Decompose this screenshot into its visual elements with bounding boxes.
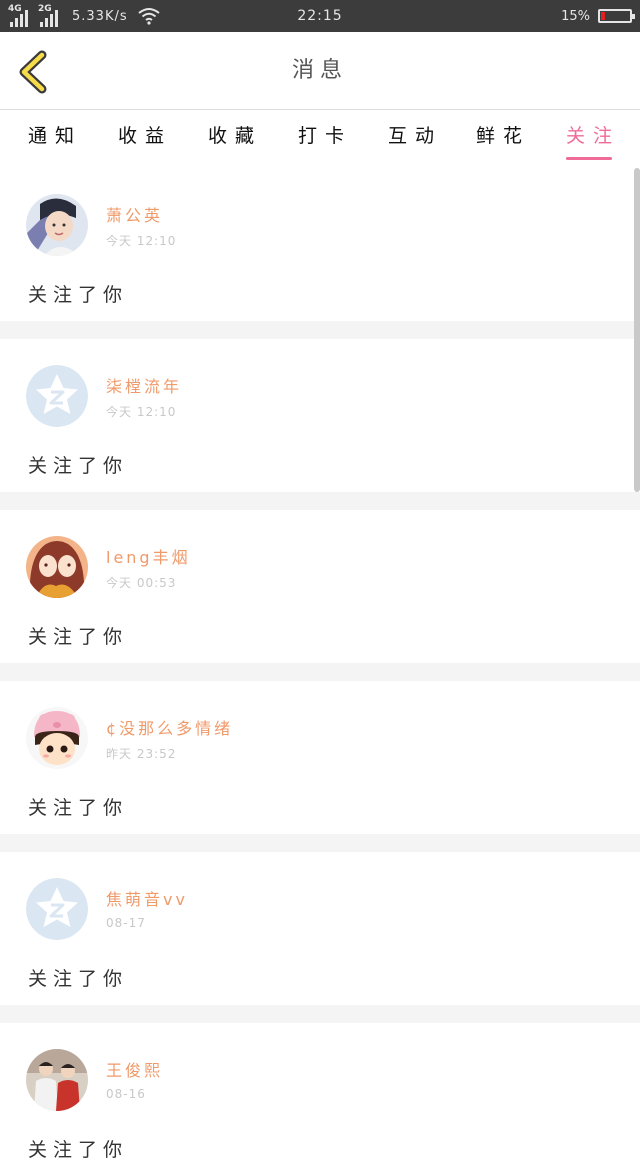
message-text: 关注了你 xyxy=(28,284,129,306)
tab-notifications[interactable]: 通知 xyxy=(28,110,82,168)
tab-label: 通知 xyxy=(28,125,83,147)
tab-earnings[interactable]: 收益 xyxy=(118,110,172,168)
header: 消息 xyxy=(0,32,640,110)
message-text: 关注了你 xyxy=(28,968,129,990)
status-right: 15% xyxy=(561,0,635,32)
list-item[interactable]: 柒樘流年 今天 12:10 关注了你 xyxy=(0,339,640,492)
timestamp: 今天 12:10 xyxy=(106,405,177,419)
default-star-avatar[interactable] xyxy=(26,878,88,940)
user-name[interactable]: 焦萌音vv xyxy=(106,886,188,910)
default-star-avatar[interactable] xyxy=(26,365,88,427)
battery-fill xyxy=(601,12,605,20)
status-time: 22:15 xyxy=(297,8,343,24)
message-text: 关注了你 xyxy=(28,1139,129,1161)
tab-label: 鲜花 xyxy=(476,125,531,147)
list-item[interactable]: 焦萌音vv 08-17 关注了你 xyxy=(0,852,640,1005)
tab-label: 互动 xyxy=(388,125,443,147)
timestamp: 08-16 xyxy=(106,1087,146,1101)
scrollbar[interactable] xyxy=(634,168,640,492)
tab-label: 收藏 xyxy=(208,125,263,147)
battery-percent: 15% xyxy=(561,8,590,24)
user-name[interactable]: leng丰烟 xyxy=(106,544,191,568)
cartoon-bunny-avatar[interactable] xyxy=(26,707,88,769)
tab-label: 打卡 xyxy=(298,125,353,147)
list-item[interactable]: 萧公英 今天 12:10 关注了你 xyxy=(0,168,640,321)
list-item[interactable]: 王俊熙 08-16 关注了你 xyxy=(0,1023,640,1176)
user-name[interactable]: 王俊熙 xyxy=(106,1057,163,1081)
timestamp: 今天 00:53 xyxy=(106,576,177,590)
photo-group-avatar[interactable] xyxy=(26,1049,88,1111)
photo-girl-avatar[interactable] xyxy=(26,194,88,256)
tab-label: 收益 xyxy=(118,125,173,147)
tab-label: 关注 xyxy=(566,125,621,147)
list-item[interactable]: leng丰烟 今天 00:53 关注了你 xyxy=(0,510,640,663)
status-bar: 4G 2G 5.33K/s 22:15 15% xyxy=(0,0,640,32)
page-title: 消息 xyxy=(291,58,348,83)
tab-flowers[interactable]: 鲜花 xyxy=(476,110,530,168)
user-name[interactable]: 萧公英 xyxy=(106,202,163,226)
list-item[interactable]: ¢没那么多情绪 昨天 23:52 关注了你 xyxy=(0,681,640,834)
message-text: 关注了你 xyxy=(28,455,129,477)
tab-bar: 通知 收益 收藏 打卡 互动 鲜花 关注 xyxy=(0,110,640,168)
tab-checkin[interactable]: 打卡 xyxy=(298,110,352,168)
battery-icon xyxy=(598,9,635,23)
anime-girl-avatar[interactable] xyxy=(26,536,88,598)
timestamp: 08-17 xyxy=(106,916,146,930)
tab-follows[interactable]: 关注 xyxy=(566,110,620,168)
message-text: 关注了你 xyxy=(28,797,129,819)
tab-favorites[interactable]: 收藏 xyxy=(208,110,262,168)
message-text: 关注了你 xyxy=(28,626,129,648)
tab-interactions[interactable]: 互动 xyxy=(388,110,442,168)
timestamp: 今天 12:10 xyxy=(106,234,177,248)
user-name[interactable]: 柒樘流年 xyxy=(106,373,182,397)
timestamp: 昨天 23:52 xyxy=(106,747,177,761)
user-name[interactable]: ¢没那么多情绪 xyxy=(106,715,233,739)
active-tab-indicator xyxy=(566,157,613,160)
